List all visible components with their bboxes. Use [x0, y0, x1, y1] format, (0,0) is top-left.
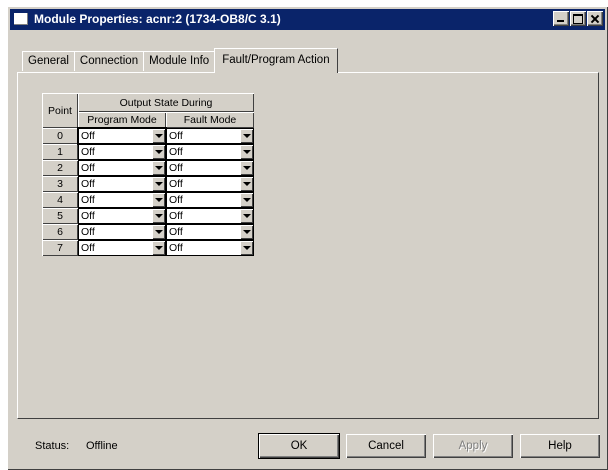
- dropdown-arrow-icon[interactable]: [240, 161, 253, 175]
- fault-mode-dropdown[interactable]: Off: [166, 128, 254, 144]
- help-button[interactable]: Help: [520, 434, 600, 458]
- dropdown-value: Off: [81, 194, 95, 206]
- dropdown-arrow-icon[interactable]: [152, 177, 165, 191]
- row-point: 5: [42, 208, 78, 224]
- status-label: Status:: [35, 440, 70, 452]
- dropdown-value: Off: [81, 226, 95, 238]
- table-row: 3 Off Off: [42, 176, 254, 192]
- dropdown-arrow-icon[interactable]: [152, 225, 165, 239]
- dropdown-value: Off: [169, 194, 183, 206]
- program-mode-dropdown[interactable]: Off: [78, 160, 166, 176]
- window-controls: [552, 11, 603, 26]
- fault-mode-dropdown[interactable]: Off: [166, 208, 254, 224]
- program-mode-dropdown[interactable]: Off: [78, 240, 166, 256]
- dropdown-arrow-icon[interactable]: [240, 225, 253, 239]
- output-state-table: Point Output State During Program Mode F…: [42, 93, 254, 256]
- tab-general[interactable]: General: [22, 51, 75, 71]
- table-row: 2 Off Off: [42, 160, 254, 176]
- module-properties-dialog: Module Properties: acnr:2 (1734-OB8/C 3.…: [7, 6, 608, 470]
- table-row: 6 Off Off: [42, 224, 254, 240]
- table-row: 0 Off Off: [42, 127, 254, 145]
- dropdown-value: Off: [169, 178, 183, 190]
- status-value: Offline: [86, 440, 118, 452]
- row-point: 1: [42, 144, 78, 160]
- dropdown-value: Off: [169, 162, 183, 174]
- row-point: 0: [42, 128, 78, 144]
- minimize-icon[interactable]: [553, 11, 569, 26]
- dropdown-value: Off: [81, 242, 95, 254]
- dropdown-arrow-icon[interactable]: [152, 161, 165, 175]
- tab-connection[interactable]: Connection: [73, 51, 145, 71]
- row-point: 4: [42, 192, 78, 208]
- dropdown-value: Off: [169, 242, 183, 254]
- row-point: 7: [42, 240, 78, 256]
- program-mode-dropdown[interactable]: Off: [78, 208, 166, 224]
- fault-mode-dropdown[interactable]: Off: [166, 224, 254, 240]
- dropdown-arrow-icon[interactable]: [240, 129, 253, 143]
- window-title: Module Properties: acnr:2 (1734-OB8/C 3.…: [34, 12, 281, 26]
- close-icon[interactable]: [587, 11, 603, 26]
- window-icon: [14, 13, 28, 25]
- tab-module-info[interactable]: Module Info: [143, 51, 216, 71]
- row-point: 6: [42, 224, 78, 240]
- fault-mode-dropdown[interactable]: Off: [166, 240, 254, 256]
- program-mode-dropdown[interactable]: Off: [78, 144, 166, 160]
- table-row: 5 Off Off: [42, 208, 254, 224]
- fault-mode-dropdown[interactable]: Off: [166, 176, 254, 192]
- program-mode-dropdown[interactable]: Off: [77, 127, 167, 145]
- row-point: 3: [42, 176, 78, 192]
- program-mode-dropdown[interactable]: Off: [78, 192, 166, 208]
- dropdown-value: Off: [169, 146, 183, 158]
- dropdown-arrow-icon[interactable]: [152, 209, 165, 223]
- ok-button[interactable]: OK: [259, 434, 339, 458]
- dropdown-arrow-icon[interactable]: [152, 129, 165, 143]
- dropdown-arrow-icon[interactable]: [152, 241, 165, 255]
- dropdown-arrow-icon[interactable]: [152, 145, 165, 159]
- dropdown-value: Off: [169, 130, 183, 142]
- cancel-button[interactable]: Cancel: [346, 434, 426, 458]
- dropdown-value: Off: [169, 210, 183, 222]
- column-header-fault-mode: Fault Mode: [166, 112, 254, 128]
- dropdown-arrow-icon[interactable]: [240, 145, 253, 159]
- tab-panel: Point Output State During Program Mode F…: [17, 72, 599, 419]
- dropdown-arrow-icon[interactable]: [240, 209, 253, 223]
- row-point: 2: [42, 160, 78, 176]
- table-row: 1 Off Off: [42, 144, 254, 160]
- column-header-point: Point: [42, 93, 78, 128]
- apply-button[interactable]: Apply: [433, 434, 513, 458]
- fault-mode-dropdown[interactable]: Off: [166, 192, 254, 208]
- dropdown-arrow-icon[interactable]: [240, 193, 253, 207]
- column-header-output-state: Output State During: [78, 93, 254, 112]
- tab-fault-program-action[interactable]: Fault/Program Action: [214, 48, 338, 73]
- dropdown-value: Off: [169, 226, 183, 238]
- maximize-icon[interactable]: [570, 11, 586, 26]
- dropdown-value: Off: [81, 210, 95, 222]
- tab-strip: General Connection Module Info Fault/Pro…: [22, 48, 338, 73]
- dropdown-arrow-icon[interactable]: [152, 193, 165, 207]
- dropdown-value: Off: [81, 162, 95, 174]
- title-bar[interactable]: Module Properties: acnr:2 (1734-OB8/C 3.…: [10, 9, 605, 30]
- fault-mode-dropdown[interactable]: Off: [166, 144, 254, 160]
- fault-mode-dropdown[interactable]: Off: [166, 160, 254, 176]
- program-mode-dropdown[interactable]: Off: [78, 224, 166, 240]
- dropdown-arrow-icon[interactable]: [240, 241, 253, 255]
- dropdown-arrow-icon[interactable]: [240, 177, 253, 191]
- table-row: 7 Off Off: [42, 240, 254, 256]
- dropdown-value: Off: [81, 178, 95, 190]
- dropdown-value: Off: [81, 146, 95, 158]
- dropdown-value: Off: [81, 130, 95, 142]
- program-mode-dropdown[interactable]: Off: [78, 176, 166, 192]
- table-row: 4 Off Off: [42, 192, 254, 208]
- column-header-program-mode: Program Mode: [78, 112, 166, 128]
